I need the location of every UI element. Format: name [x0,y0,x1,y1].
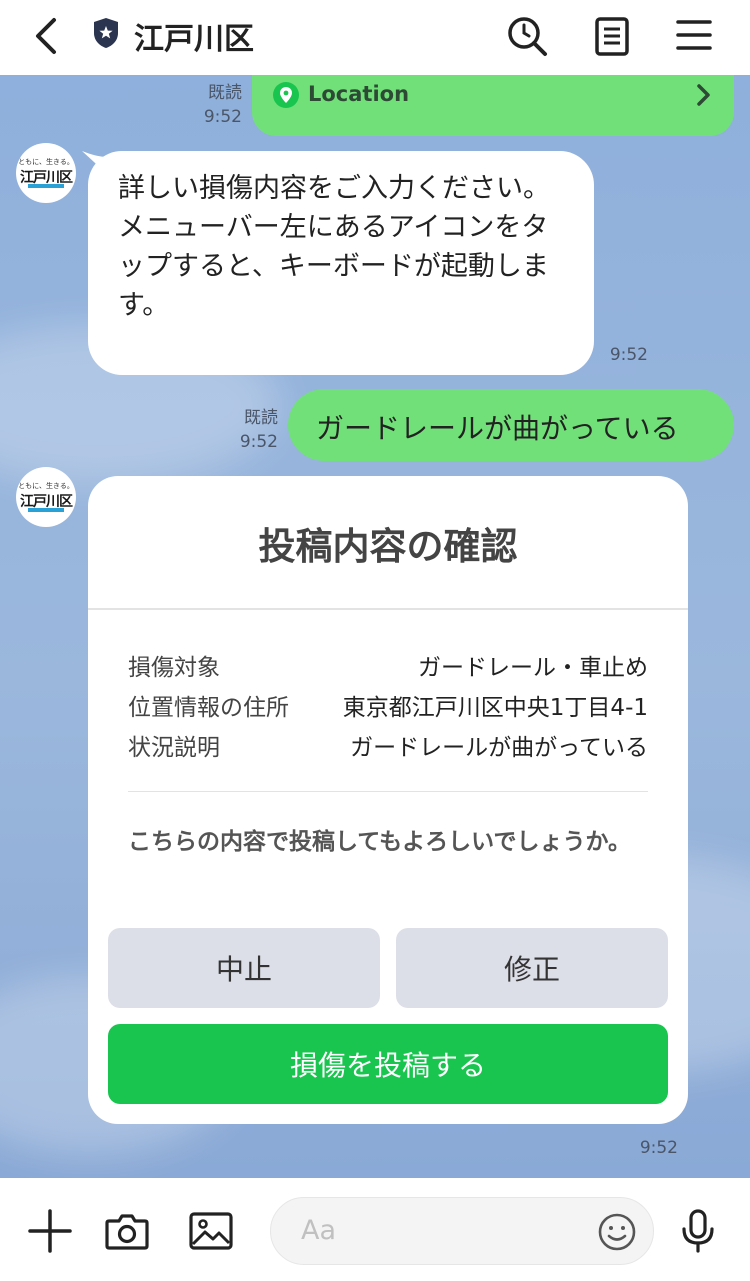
detail-value: ガードレールが曲がっている [350,735,648,761]
detail-key: 位置情報の住所 [128,695,289,721]
search-history-icon[interactable] [505,14,549,58]
card-divider [128,791,648,792]
microphone-icon[interactable] [674,1207,722,1255]
camera-icon[interactable] [103,1207,151,1255]
read-receipt: 既読 9:52 [203,83,242,127]
location-label: Location [308,82,410,106]
bot-avatar[interactable]: ともに、生きる。 江戸川区 [16,143,76,203]
location-pin-icon [273,82,299,108]
detail-key: 状況説明 [128,735,220,761]
confirmation-card: 投稿内容の確認 損傷対象 ガードレール・車止め 位置情報の住所 東京都江戸川区中… [88,476,688,1124]
message-time: 9:52 [609,345,648,365]
detail-value: ガードレール・車止め [418,655,648,681]
menu-icon[interactable] [672,14,716,58]
message-input[interactable]: Aa [270,1197,654,1265]
chat-title: 江戸川区 [134,22,254,57]
bot-message-bubble: 詳しい損傷内容をご入力ください。 メニューバー左にあるアイコンをタップすると、キ… [88,151,594,375]
emoji-icon[interactable] [597,1212,637,1252]
shield-icon [94,18,118,48]
back-arrow-icon[interactable] [28,14,64,58]
location-bubble[interactable]: Location [252,75,734,136]
input-placeholder: Aa [301,1215,337,1246]
confirmation-question: こちらの内容で投稿してもよろしいでしょうか。 [128,829,632,855]
cancel-button[interactable]: 中止 [108,928,380,1008]
chat-header: 江戸川区 [0,0,750,75]
input-bar: Aa [0,1178,750,1281]
submit-button[interactable]: 損傷を投稿する [108,1024,668,1104]
card-divider [88,608,688,610]
bot-message-text: 詳しい損傷内容をご入力ください。 メニューバー左にあるアイコンをタップすると、キ… [118,173,550,321]
detail-key: 損傷対象 [128,655,220,681]
user-message-text: ガードレールが曲がっている [316,412,679,445]
plus-icon[interactable] [26,1207,74,1255]
detail-value: 東京都江戸川区中央1丁目4-1 [342,695,648,721]
note-icon[interactable] [590,14,634,58]
user-message-bubble: ガードレールが曲がっている [288,389,734,461]
read-receipt: 既読 9:52 [239,408,278,452]
bot-avatar[interactable]: ともに、生きる。 江戸川区 [16,467,76,527]
chevron-right-icon [697,84,710,106]
chat-area[interactable]: 既読 9:52 Location ともに、生きる。 江戸川区 詳しい損傷内容をご… [0,75,750,1178]
logo-stripe [28,184,64,188]
edit-button[interactable]: 修正 [396,928,668,1008]
logo-stripe [28,508,64,512]
card-title: 投稿内容の確認 [258,525,518,568]
image-icon[interactable] [187,1207,235,1255]
message-time: 9:52 [639,1138,678,1158]
